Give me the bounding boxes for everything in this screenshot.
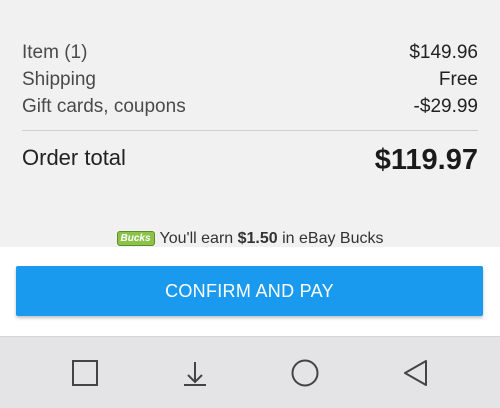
ebay-bucks-notice: Bucks You'll earn $1.50 in eBay Bucks bbox=[0, 230, 500, 248]
shipping-label: Shipping bbox=[22, 69, 96, 90]
download-icon bbox=[184, 362, 206, 386]
system-nav-bar bbox=[0, 336, 500, 408]
bucks-amount: $1.50 bbox=[237, 230, 278, 247]
shipping-value: Free bbox=[438, 69, 478, 90]
home-button[interactable] bbox=[287, 355, 323, 391]
gift-cards-label: Gift cards, coupons bbox=[22, 96, 186, 117]
notification-pull-button[interactable] bbox=[177, 355, 213, 391]
order-total-value: $119.97 bbox=[374, 144, 478, 176]
confirm-and-pay-button[interactable]: CONFIRM AND PAY bbox=[16, 266, 483, 316]
recents-button[interactable] bbox=[67, 355, 103, 391]
action-panel: CONFIRM AND PAY bbox=[0, 247, 500, 336]
summary-row-gift-cards: Gift cards, coupons -$29.99 bbox=[22, 96, 478, 118]
bucks-suffix: in eBay Bucks bbox=[277, 230, 384, 247]
back-button[interactable] bbox=[397, 355, 433, 391]
item-value: $149.96 bbox=[409, 42, 478, 63]
circle-home-icon bbox=[291, 359, 319, 387]
square-icon bbox=[72, 360, 98, 386]
item-label: Item (1) bbox=[22, 42, 88, 63]
bucks-badge-icon: Bucks bbox=[116, 231, 155, 246]
triangle-back-icon bbox=[404, 360, 427, 386]
summary-divider bbox=[22, 130, 478, 131]
order-total-label: Order total bbox=[22, 145, 126, 170]
order-summary: Item (1) $149.96 Shipping Free Gift card… bbox=[0, 0, 500, 247]
bucks-prefix: You'll earn bbox=[159, 230, 238, 247]
summary-row-shipping: Shipping Free bbox=[22, 69, 478, 91]
summary-row-item: Item (1) $149.96 bbox=[22, 42, 478, 64]
gift-cards-value: -$29.99 bbox=[413, 96, 478, 117]
